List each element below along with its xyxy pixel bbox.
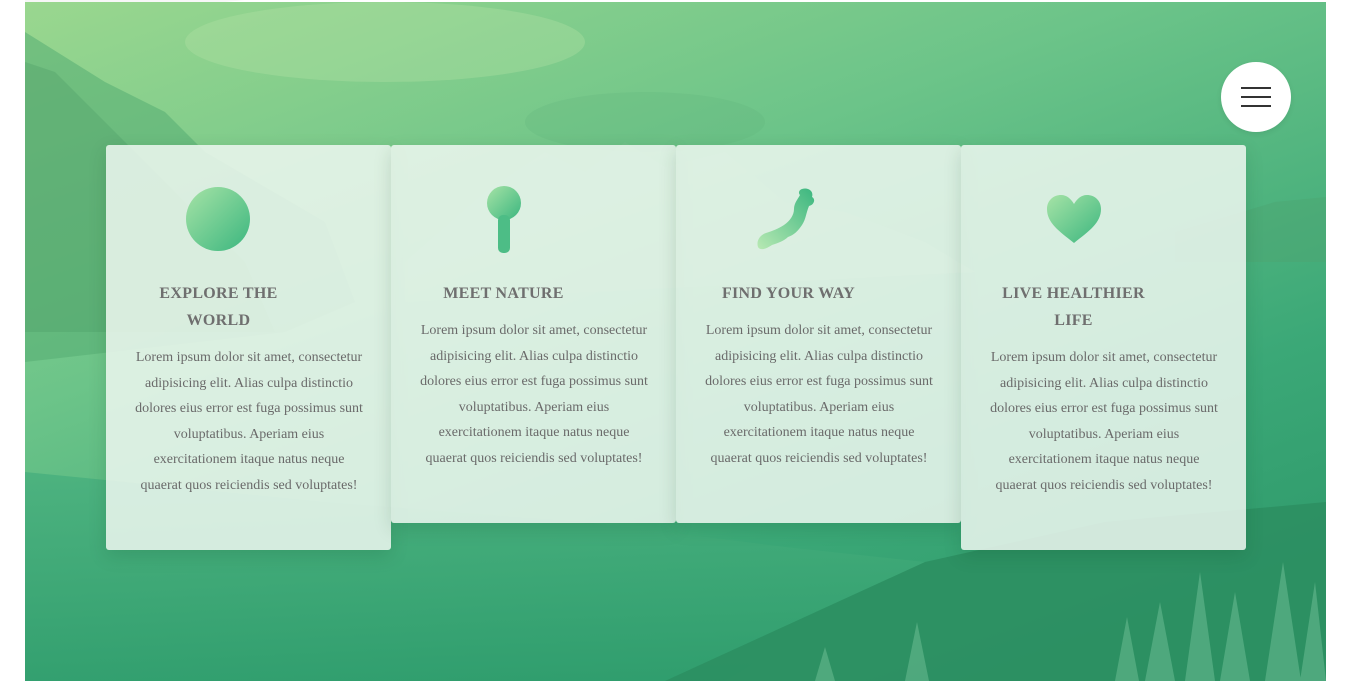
card-title: MEET NATURE	[443, 285, 564, 302]
japan-map-icon	[757, 188, 815, 250]
card-body: Lorem ipsum dolor sit amet, consectetur …	[705, 323, 933, 466]
circle-icon	[186, 187, 250, 251]
card-title: EXPLORE THE WORLD	[159, 285, 278, 329]
card-body: Lorem ipsum dolor sit amet, consectetur …	[990, 350, 1218, 493]
card-title: LIVE HEALTHIER LIFE	[1002, 285, 1145, 329]
hamburger-icon	[1241, 87, 1271, 107]
card-body: Lorem ipsum dolor sit amet, consectetur …	[420, 323, 648, 466]
menu-button[interactable]	[1221, 62, 1291, 132]
feature-card-way: FIND YOUR WAY Lorem ipsum dolor sit amet…	[676, 145, 961, 523]
feature-card-explore: EXPLORE THE WORLD Lorem ipsum dolor sit …	[106, 145, 391, 550]
heart-icon	[1047, 195, 1101, 243]
feature-card-healthier: LIVE HEALTHIER LIFE Lorem ipsum dolor si…	[961, 145, 1246, 550]
card-body: Lorem ipsum dolor sit amet, consectetur …	[135, 350, 363, 493]
card-title: FIND YOUR WAY	[721, 285, 856, 302]
feature-card-nature: MEET NATURE Lorem ipsum dolor sit amet, …	[391, 145, 676, 523]
pin-icon	[487, 186, 521, 253]
